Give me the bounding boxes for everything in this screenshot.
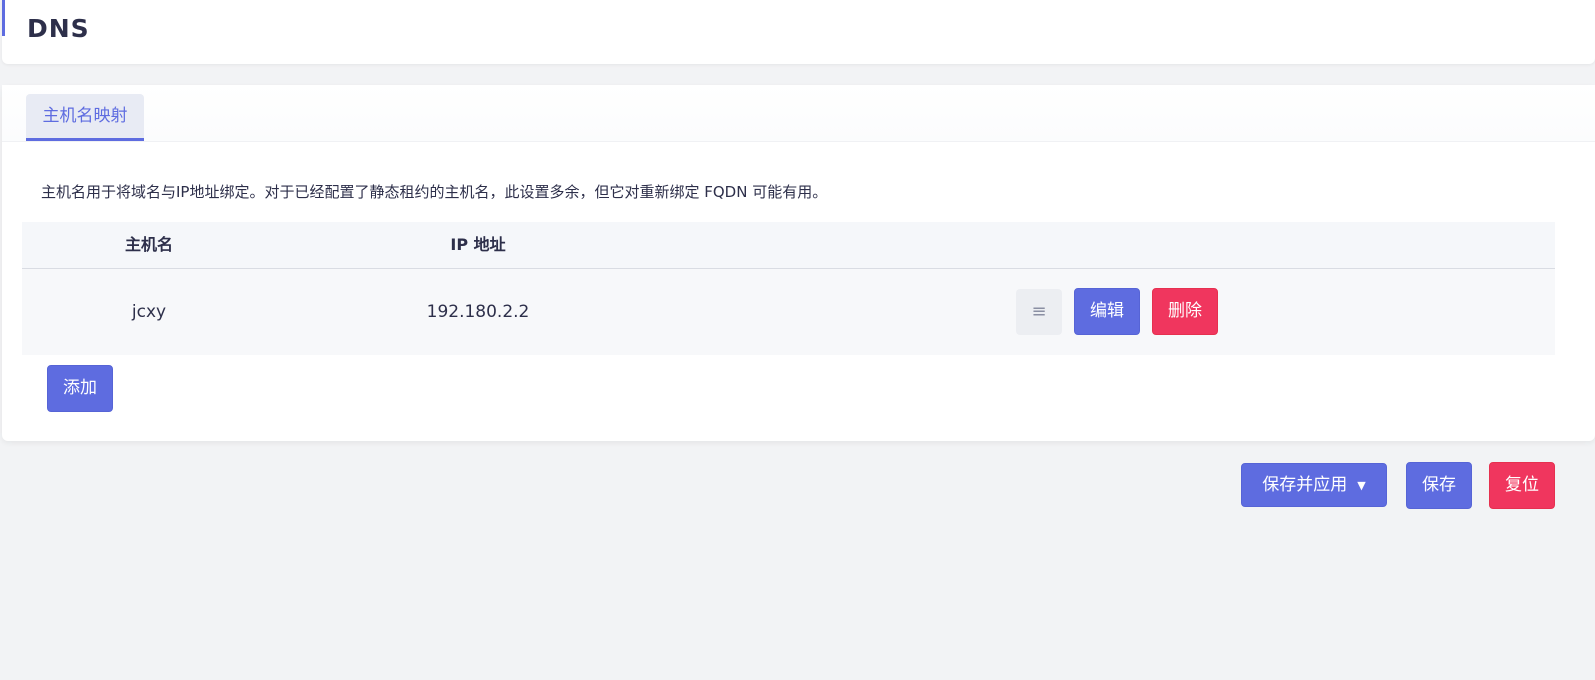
hostnames-table: 主机名 IP 地址 jcxy 192.180.2.2 ≡ 编辑 删除 bbox=[22, 222, 1555, 355]
tab-hostname-mapping[interactable]: 主机名映射 bbox=[26, 94, 144, 141]
page-title: DNS bbox=[27, 14, 90, 43]
title-accent-bar bbox=[2, 0, 5, 36]
drag-handle-icon[interactable]: ≡ bbox=[1016, 289, 1062, 335]
save-and-apply-label: 保存并应用 bbox=[1262, 475, 1348, 495]
column-header-hostname: 主机名 bbox=[124, 235, 173, 254]
table-header: 主机名 IP 地址 bbox=[22, 222, 1555, 269]
edit-button[interactable]: 编辑 bbox=[1074, 288, 1140, 335]
section-description: 主机名用于将域名与IP地址绑定。对于已经配置了静态租约的主机名，此设置多余，但它… bbox=[41, 183, 828, 201]
title-card: DNS bbox=[2, 0, 1595, 64]
hostnames-card: 主机名映射 主机名用于将域名与IP地址绑定。对于已经配置了静态租约的主机名，此设… bbox=[2, 85, 1595, 441]
cell-hostname: jcxy bbox=[131, 302, 167, 322]
caret-down-icon[interactable]: ▼ bbox=[1357, 479, 1365, 492]
reset-button[interactable]: 复位 bbox=[1489, 462, 1555, 509]
column-header-ip-address: IP 地址 bbox=[450, 235, 506, 254]
save-and-apply-button[interactable]: 保存并应用 ▼ bbox=[1241, 463, 1387, 507]
save-button[interactable]: 保存 bbox=[1406, 462, 1472, 509]
tab-bar: 主机名映射 bbox=[2, 85, 1595, 142]
delete-button[interactable]: 删除 bbox=[1152, 288, 1218, 335]
cell-ip-address: 192.180.2.2 bbox=[426, 302, 530, 322]
add-button[interactable]: 添加 bbox=[47, 365, 113, 412]
table-row: jcxy 192.180.2.2 ≡ 编辑 删除 bbox=[22, 269, 1555, 355]
